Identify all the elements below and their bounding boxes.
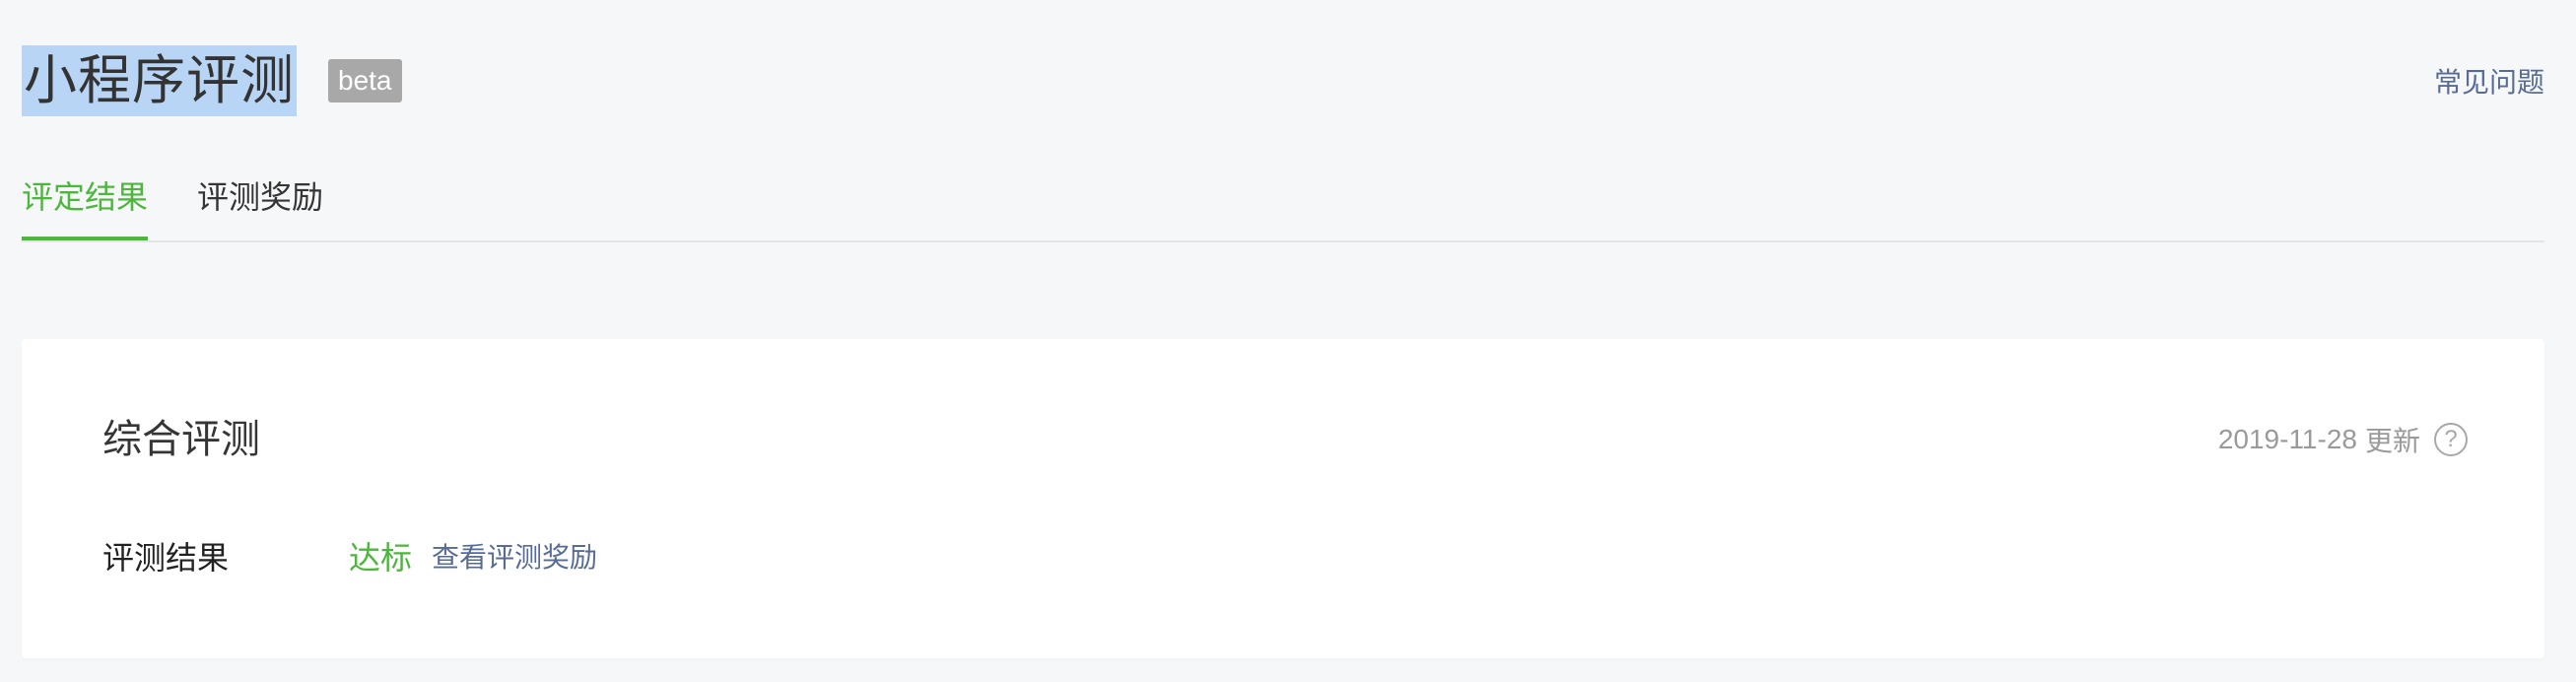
- update-suffix: 更新: [2364, 426, 2420, 456]
- result-label: 评测结果: [102, 540, 230, 576]
- help-icon[interactable]: ?: [2434, 423, 2468, 456]
- result-status: 达标: [349, 540, 413, 576]
- tab-bar: 评定结果 评测奖励: [22, 168, 2544, 242]
- result-row: 评测结果 达标 查看评测奖励: [102, 532, 597, 580]
- comprehensive-evaluation-card: 综合评测 2019-11-28 更新 ? 评测结果 达标 查看评测奖励: [22, 339, 2544, 658]
- update-info: 2019-11-28 更新 ?: [2218, 420, 2468, 459]
- tab-evaluation-reward[interactable]: 评测奖励: [197, 168, 323, 239]
- page-title: 小程序评测: [22, 45, 297, 116]
- update-date: 2019-11-28: [2217, 424, 2357, 454]
- view-reward-link[interactable]: 查看评测奖励: [432, 536, 597, 576]
- card-title: 综合评测: [102, 418, 260, 461]
- tab-evaluation-result[interactable]: 评定结果: [22, 168, 149, 240]
- beta-badge: beta: [328, 59, 402, 102]
- page-header: 小程序评测 beta: [22, 45, 402, 116]
- faq-link[interactable]: 常见问题: [2434, 63, 2544, 102]
